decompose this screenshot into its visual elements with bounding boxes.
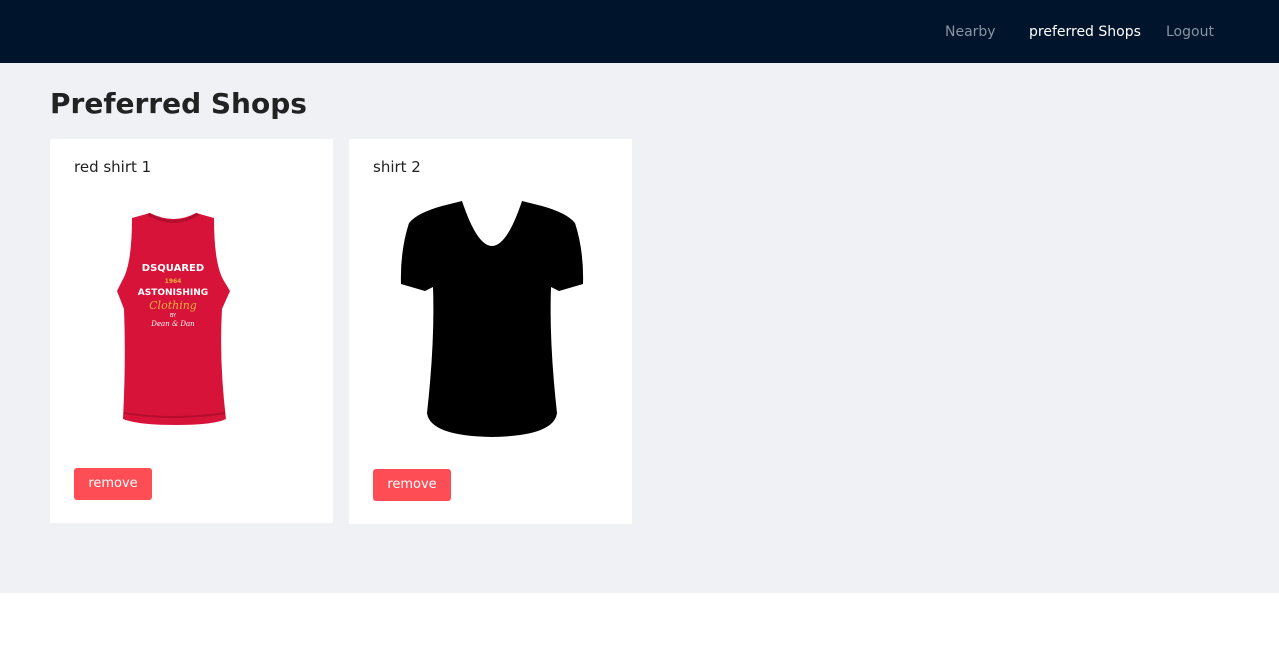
top-navbar: Nearby preferred Shops Logout <box>0 0 1279 63</box>
red-sleeveless-shirt-image: DSQUARED 1964 ASTONISHING Clothing BY De… <box>68 191 318 446</box>
shop-card: shirt 2 remove <box>349 139 632 524</box>
remove-button[interactable]: remove <box>373 469 451 501</box>
svg-text:BY: BY <box>170 313 177 319</box>
shop-card-title: shirt 2 <box>373 158 421 176</box>
shop-card: red shirt 1 DSQUARED 1964 ASTONISHING Cl… <box>50 139 333 523</box>
main-content: Preferred Shops red shirt 1 DSQUARED 196… <box>0 63 1279 593</box>
svg-text:1964: 1964 <box>165 278 182 285</box>
nav-nearby-link[interactable]: Nearby <box>945 22 996 42</box>
nav-preferred-shops-link[interactable]: preferred Shops <box>1029 22 1141 42</box>
svg-text:DSQUARED: DSQUARED <box>142 263 204 274</box>
svg-text:ASTONISHING: ASTONISHING <box>138 288 208 298</box>
black-vneck-tshirt-image <box>367 191 617 446</box>
page-title: Preferred Shops <box>50 87 307 120</box>
nav-logout-link[interactable]: Logout <box>1166 22 1214 42</box>
svg-text:Clothing: Clothing <box>149 299 197 312</box>
svg-text:Dean & Dan: Dean & Dan <box>150 320 195 328</box>
shop-card-title: red shirt 1 <box>74 158 152 176</box>
remove-button[interactable]: remove <box>74 468 152 500</box>
